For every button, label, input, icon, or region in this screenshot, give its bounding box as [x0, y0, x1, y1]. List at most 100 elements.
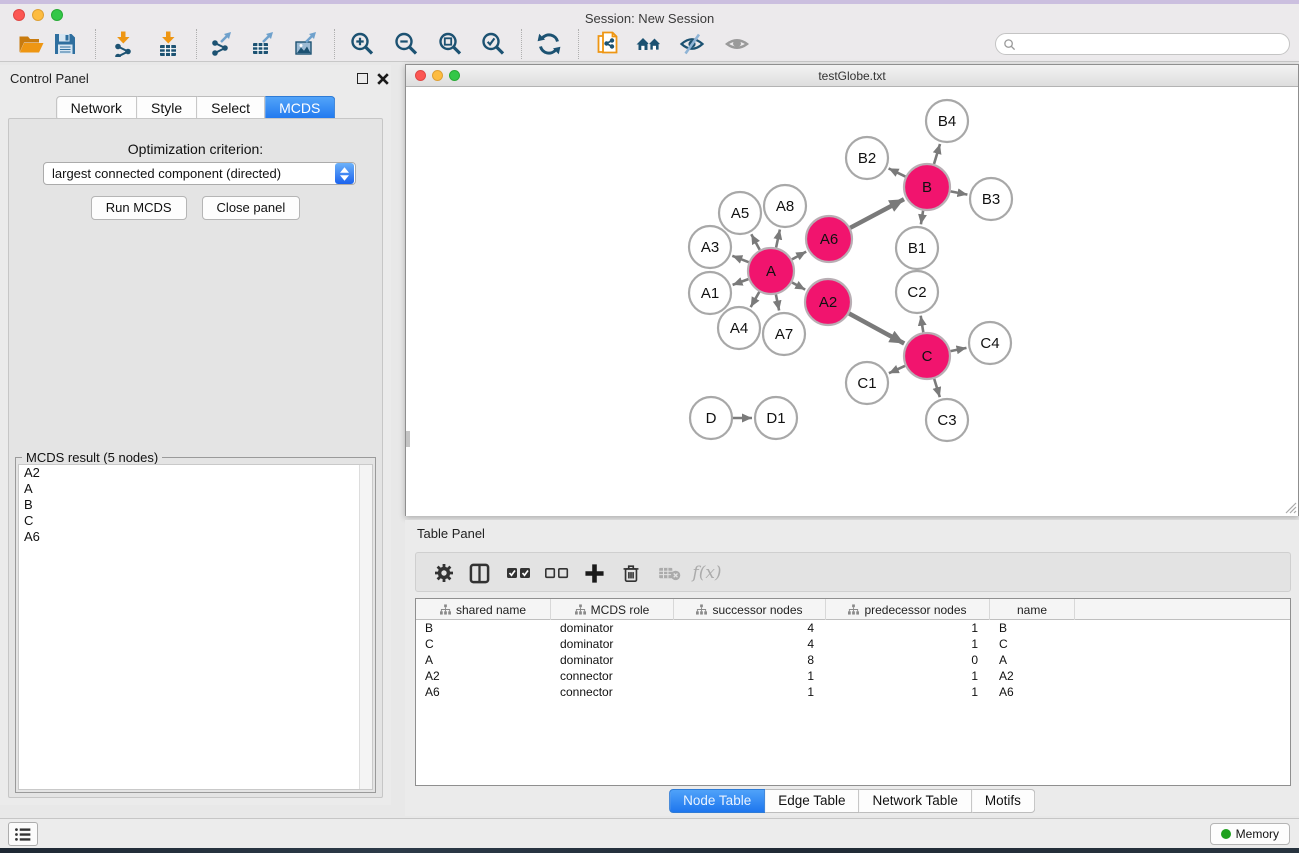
search-field[interactable]: [995, 33, 1290, 55]
network-graph[interactable]: B4 B2 B B3 A8A5 A6 A3 B1 A A1 C2 A2 A4A7 C4 C C1 C3 D D1: [406, 87, 1298, 516]
column-selector-icon[interactable]: [466, 561, 492, 585]
refresh-network-view-icon[interactable]: [535, 30, 563, 58]
first-neighbors-icon[interactable]: [635, 30, 663, 58]
export-table-icon[interactable]: [249, 30, 277, 58]
graph-node-C4[interactable]: C4: [969, 322, 1011, 364]
table-row[interactable]: Bdominator41B: [416, 620, 1290, 636]
graph-node-A2[interactable]: A2: [805, 279, 851, 325]
graph-node-C1[interactable]: C1: [846, 362, 888, 404]
graph-node-B[interactable]: B: [904, 164, 950, 210]
graph-edge-A-A7[interactable]: [776, 295, 779, 311]
graph-edge-B-B2[interactable]: [889, 168, 906, 176]
open-file-icon[interactable]: [17, 30, 45, 58]
graph-edge-B-B1[interactable]: [921, 211, 923, 225]
graph-node-B4[interactable]: B4: [926, 100, 968, 142]
tab-node-table[interactable]: Node Table: [669, 789, 765, 813]
column-header-successor-nodes[interactable]: successor nodes: [674, 599, 826, 620]
result-item[interactable]: A2: [19, 465, 372, 481]
tab-edge-table[interactable]: Edge Table: [765, 789, 859, 813]
select-all-checks-icon[interactable]: [506, 561, 532, 585]
column-header-predecessor-nodes[interactable]: predecessor nodes: [826, 599, 990, 620]
graph-edge-A2-C[interactable]: [849, 314, 904, 344]
graph-edge-A-A5[interactable]: [751, 234, 759, 250]
graph-node-B2[interactable]: B2: [846, 137, 888, 179]
settings-gear-icon[interactable]: [431, 561, 457, 585]
graph-edge-A-A8[interactable]: [776, 230, 780, 248]
save-session-icon[interactable]: [51, 30, 79, 58]
graph-node-A6[interactable]: A6: [806, 216, 852, 262]
result-item[interactable]: B: [19, 497, 372, 513]
import-table-icon[interactable]: [154, 30, 182, 58]
node-table[interactable]: shared nameMCDS rolesuccessor nodesprede…: [415, 598, 1291, 786]
search-icon: [1003, 38, 1016, 51]
add-column-icon[interactable]: [581, 561, 607, 585]
delete-table-icon: [656, 561, 682, 585]
run-mcds-button[interactable]: Run MCDS: [91, 196, 187, 220]
graph-node-A[interactable]: A: [748, 248, 794, 294]
graph-node-A4[interactable]: A4: [718, 307, 760, 349]
zoom-out-icon[interactable]: [392, 30, 420, 58]
graph-edge-C-C4[interactable]: [951, 348, 967, 351]
graph-edge-A-A3[interactable]: [732, 256, 748, 262]
column-header-MCDS-role[interactable]: MCDS role: [551, 599, 674, 620]
export-network-icon[interactable]: [207, 30, 235, 58]
table-cell: A6: [416, 684, 551, 700]
graph-edge-C-C1[interactable]: [889, 366, 905, 373]
graph-node-C3[interactable]: C3: [926, 399, 968, 441]
result-item[interactable]: A6: [19, 529, 372, 545]
column-header-shared-name[interactable]: shared name: [416, 599, 551, 620]
graph-node-A7[interactable]: A7: [763, 313, 805, 355]
zoom-selected-region-icon[interactable]: [479, 30, 507, 58]
graph-node-A8[interactable]: A8: [764, 185, 806, 227]
show-hide-graphics-details-icon[interactable]: [678, 30, 706, 58]
graph-node-C2[interactable]: C2: [896, 271, 938, 313]
graph-node-A1[interactable]: A1: [689, 272, 731, 314]
deselect-all-checks-icon[interactable]: [544, 561, 570, 585]
clone-network-icon[interactable]: [594, 30, 622, 58]
result-scrollbar[interactable]: [359, 465, 372, 789]
column-header-name[interactable]: name: [990, 599, 1075, 620]
graph-edge-B-B3[interactable]: [951, 191, 968, 194]
result-item[interactable]: C: [19, 513, 372, 529]
memory-button[interactable]: Memory: [1210, 823, 1290, 845]
resize-grip[interactable]: [1283, 500, 1297, 514]
graph-node-C[interactable]: C: [904, 333, 950, 379]
mcds-result-list[interactable]: A2ABCA6: [18, 464, 373, 790]
search-input[interactable]: [1016, 37, 1289, 51]
close-panel-button[interactable]: Close panel: [202, 196, 301, 220]
close-panel-icon[interactable]: [377, 72, 389, 84]
table-row[interactable]: A2connector11A2: [416, 668, 1290, 684]
splitter-handle[interactable]: [406, 431, 410, 447]
zoom-fit-content-icon[interactable]: [436, 30, 464, 58]
graph-node-D[interactable]: D: [690, 397, 732, 439]
table-row[interactable]: Cdominator41C: [416, 636, 1290, 652]
delete-column-icon[interactable]: [618, 561, 644, 585]
panel-list-button[interactable]: [8, 822, 38, 846]
graph-node-D1[interactable]: D1: [755, 397, 797, 439]
tab-network-table[interactable]: Network Table: [860, 789, 972, 813]
graph-edge-A-A6[interactable]: [792, 252, 806, 260]
float-panel-icon[interactable]: [357, 73, 368, 84]
import-network-icon[interactable]: [109, 30, 137, 58]
graph-edge-C-C2[interactable]: [921, 316, 924, 333]
graph-node-B1[interactable]: B1: [896, 227, 938, 269]
graph-edge-C-C3[interactable]: [934, 379, 940, 397]
graph-edge-A-A4[interactable]: [751, 292, 760, 307]
graph-edge-B-B4[interactable]: [934, 144, 940, 164]
graph-edge-A-A2[interactable]: [792, 283, 805, 290]
tab-motifs[interactable]: Motifs: [972, 789, 1035, 813]
graph-node-A3[interactable]: A3: [689, 226, 731, 268]
table-cell: 1: [826, 620, 990, 636]
show-hide-eye-icon[interactable]: [723, 30, 751, 58]
graph-node-B3[interactable]: B3: [970, 178, 1012, 220]
export-image-icon[interactable]: [292, 30, 320, 58]
table-row[interactable]: A6connector11A6: [416, 684, 1290, 700]
table-row[interactable]: Adominator80A: [416, 652, 1290, 668]
optimization-criterion-select[interactable]: largest connected component (directed): [43, 162, 356, 185]
graph-edge-A6-B[interactable]: [850, 199, 904, 228]
network-window-titlebar[interactable]: testGlobe.txt: [406, 65, 1298, 87]
result-item[interactable]: A: [19, 481, 372, 497]
zoom-in-icon[interactable]: [348, 30, 376, 58]
graph-edge-A-A1[interactable]: [733, 279, 749, 285]
graph-node-A5[interactable]: A5: [719, 192, 761, 234]
